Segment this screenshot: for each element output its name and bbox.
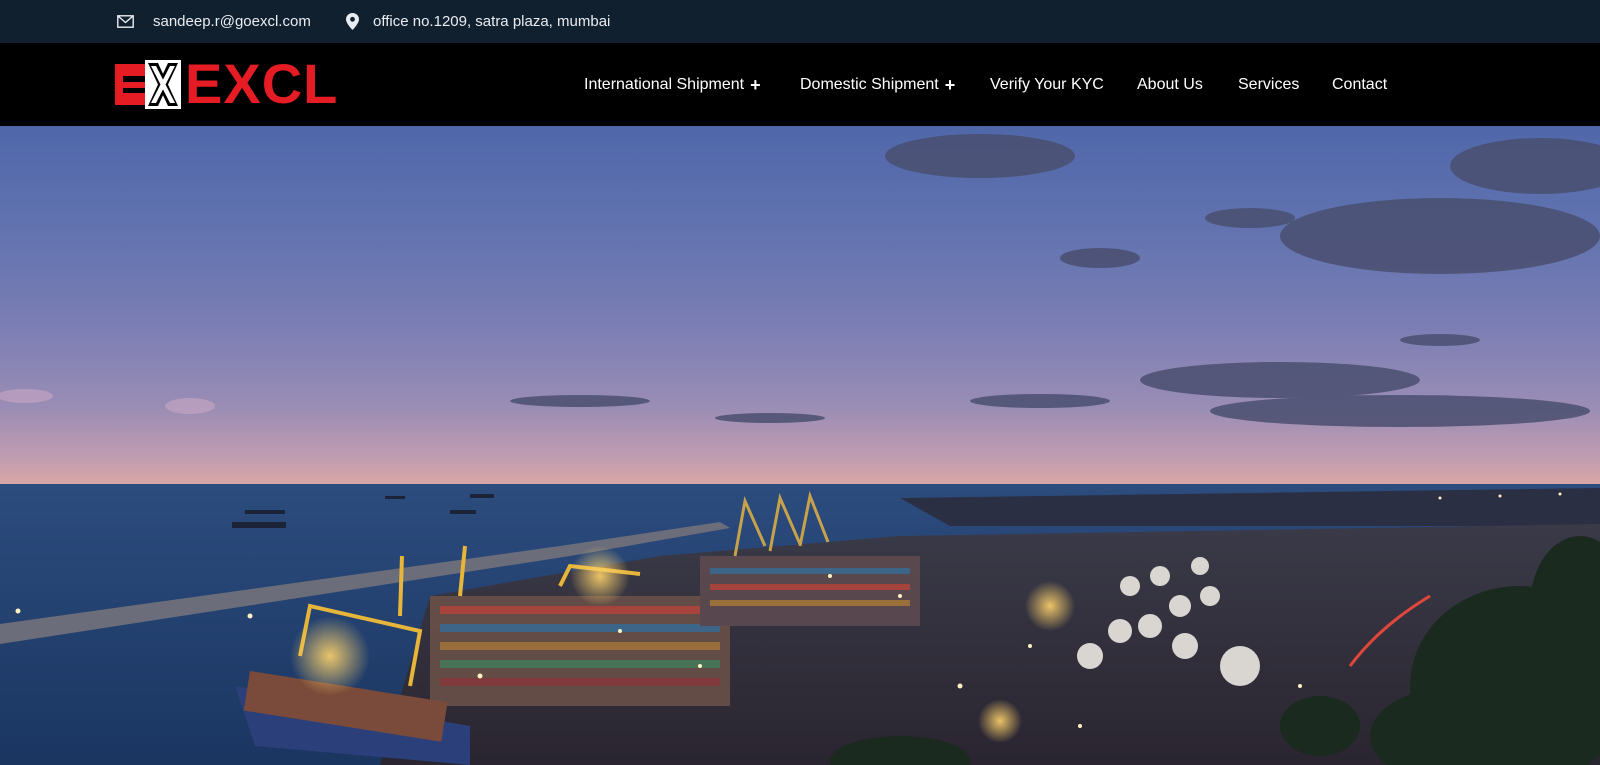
nav-label: International Shipment <box>584 75 745 93</box>
envelope-icon <box>117 0 134 43</box>
hero-banner <box>0 126 1600 765</box>
address-text: office no.1209, satra plaza, mumbai <box>373 13 611 30</box>
main-navigation: International Shipment + Domestic Shipme… <box>0 43 1600 126</box>
nav-domestic-shipment[interactable]: Domestic Shipment + <box>800 43 955 126</box>
nav-contact[interactable]: Contact <box>1332 43 1387 126</box>
nav-verify-kyc[interactable]: Verify Your KYC <box>990 43 1104 126</box>
site-header: EXCL International Shipment + Domestic S… <box>0 43 1600 126</box>
nav-international-shipment[interactable]: International Shipment + <box>584 43 761 126</box>
dropdown-plus-icon: + <box>750 74 761 95</box>
nav-services[interactable]: Services <box>1238 43 1299 126</box>
email-link[interactable]: sandeep.r@goexcl.com <box>153 0 311 43</box>
dropdown-plus-icon: + <box>944 74 956 95</box>
hero-port-illustration <box>0 134 1600 765</box>
nav-about-us[interactable]: About Us <box>1137 43 1203 126</box>
nav-label: Domestic Shipment <box>800 75 939 93</box>
map-pin-icon <box>346 0 359 43</box>
top-info-bar: sandeep.r@goexcl.com office no.1209, sat… <box>0 0 1600 43</box>
